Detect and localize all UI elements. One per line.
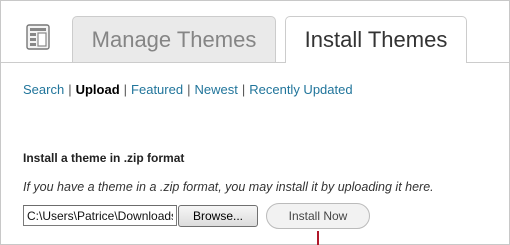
install-subnav: Search | Upload | Featured | Newest | Recently U… [23,82,353,97]
subnav-separator: | [68,82,72,97]
subnav-separator: | [123,82,128,97]
subnav-link-search[interactable]: Search [23,82,64,97]
subnav-link-featured[interactable]: Featured [131,82,183,97]
subnav-link-recently-updated[interactable]: Recently Updated [249,82,352,97]
upload-heading: Install a theme in .zip format [23,151,185,165]
tab-label: Manage Themes [91,26,257,52]
appearance-icon [26,24,50,50]
install-now-button[interactable]: Install Now [266,203,370,229]
theme-zip-path-field[interactable] [23,205,177,226]
subnav-current-upload: Upload [75,82,120,97]
subnav-link-newest[interactable]: Newest [194,82,237,97]
browse-button[interactable]: Browse... [178,205,258,227]
tab-install-themes[interactable]: Install Themes [285,16,467,63]
pointer-line-marker [317,231,319,245]
tab-label: Install Themes [304,27,448,52]
upload-help-text: If you have a theme in a .zip format, yo… [23,180,434,194]
tab-manage-themes[interactable]: Manage Themes [72,16,276,62]
subnav-separator: | [241,82,246,97]
subnav-separator: | [187,82,191,97]
